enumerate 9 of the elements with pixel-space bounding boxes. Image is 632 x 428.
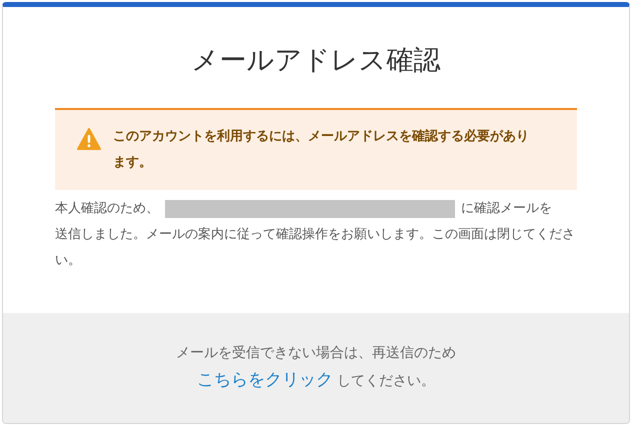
message-text: 本人確認のため、 bbox=[55, 200, 159, 218]
footer-text: してください。 bbox=[337, 372, 435, 391]
page-title: メールアドレス確認 bbox=[192, 44, 440, 78]
resend-link[interactable]: こちらをクリック bbox=[197, 368, 333, 394]
message-text: に確認メールを bbox=[461, 200, 552, 218]
alert-text: このアカウントを利用するには、メールアドレスを確認する必要があります。 bbox=[113, 128, 530, 172]
message-text: 送信しました。メールの案内に従って確認操作をお願いします。この画面は閉じてください。 bbox=[55, 226, 576, 270]
footer-text: メールを受信できない場合は、再送信のため bbox=[176, 344, 456, 363]
warning-icon bbox=[77, 128, 101, 150]
